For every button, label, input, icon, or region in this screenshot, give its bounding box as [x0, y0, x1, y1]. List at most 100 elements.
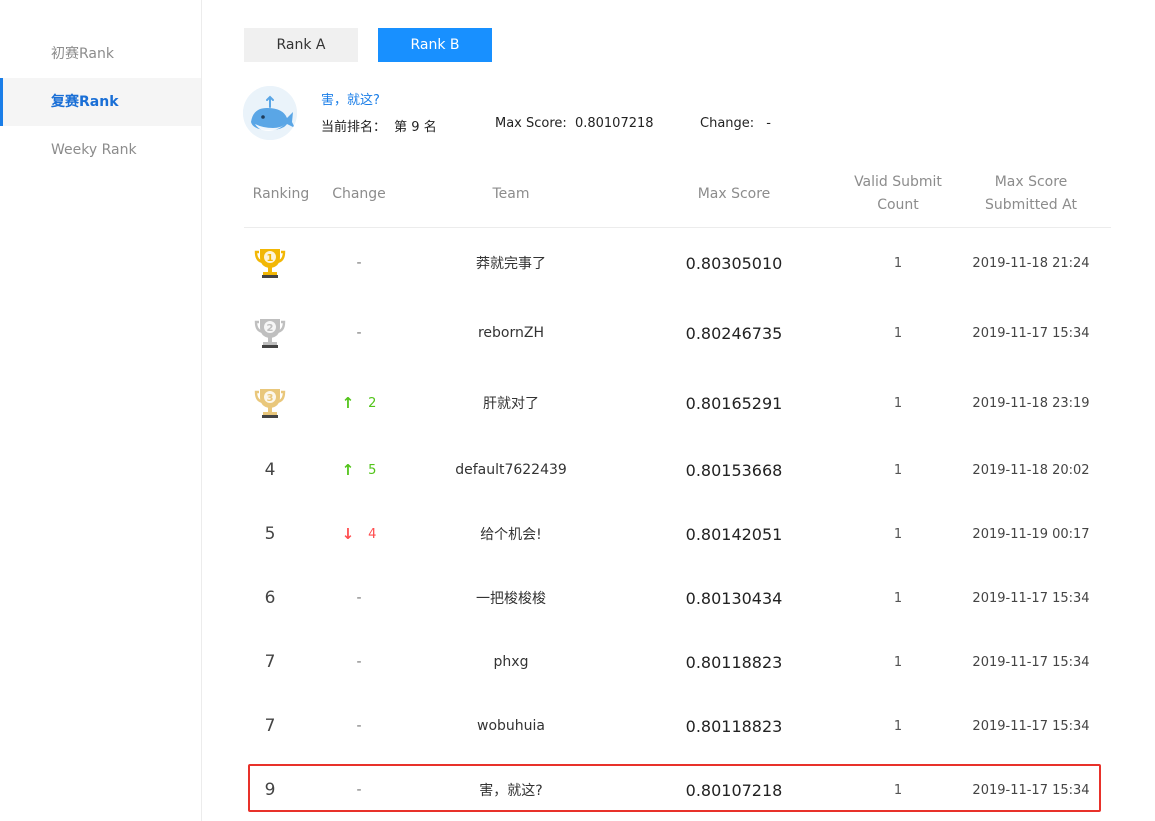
- rank-number: 9: [264, 780, 276, 800]
- cell-change: ↑ 5: [319, 438, 399, 502]
- cell-ranking: 2: [244, 301, 296, 365]
- cell-max-score: 0.80246735: [685, 323, 783, 343]
- cell-change: -: [356, 654, 362, 670]
- cell-team: 一把梭梭梭: [476, 591, 546, 607]
- cell-valid-submit-count: 1: [893, 462, 903, 478]
- cell-max-score: 0.80142051: [685, 524, 783, 544]
- header-max-score[interactable]: Max Score: [664, 160, 804, 228]
- user-change: Change: -: [700, 116, 771, 131]
- cell-submitted-at: 2019-11-17 15:34: [972, 325, 1090, 341]
- arrow-down-icon: ↓: [341, 525, 355, 543]
- table-row: 7 - wobuhuia 0.80118823 1 2019-11-17 15:34: [244, 694, 1111, 758]
- cell-max-score: 0.80118823: [685, 652, 783, 672]
- table-row: 2 - rebornZH 0.80246735 1 2019-11-17 15:34: [244, 301, 1111, 365]
- avatar: [243, 86, 297, 140]
- sidebar-item-semifinal-rank[interactable]: 复赛Rank: [0, 78, 201, 126]
- cell-submitted-at: 2019-11-17 15:34: [972, 590, 1090, 606]
- cell-max-score: 0.80118823: [685, 716, 783, 736]
- cell-team: phxg: [493, 654, 529, 670]
- cell-team: 莽就完事了: [476, 256, 546, 272]
- cell-ranking: 4: [244, 438, 296, 502]
- cell-change: -: [356, 255, 362, 271]
- table-row: 9 - 害，就这? 0.80107218 1 2019-11-17 15:34: [244, 758, 1111, 821]
- trophy-icon-silver: 2: [254, 319, 286, 348]
- svg-text:1: 1: [267, 253, 274, 264]
- cell-change: ↓ 4: [319, 502, 399, 566]
- table-row: 3 ↑ 2 肝就对了 0.80165291 1 2019-11-18 23:19: [244, 371, 1111, 435]
- cell-ranking: 3: [244, 371, 296, 435]
- svg-text:2: 2: [267, 323, 274, 334]
- rank-number: 4: [264, 460, 276, 480]
- cell-valid-submit-count: 1: [893, 395, 903, 411]
- rank-number: 6: [264, 588, 276, 608]
- change-value: 5: [368, 462, 377, 478]
- user-change-label: Change:: [700, 116, 755, 131]
- cell-team: rebornZH: [477, 325, 544, 341]
- header-ranking[interactable]: Ranking: [244, 160, 318, 228]
- cell-change: -: [356, 718, 362, 734]
- cell-max-score: 0.80107218: [685, 780, 783, 800]
- cell-submitted-at: 2019-11-18 20:02: [972, 462, 1090, 478]
- svg-text:3: 3: [267, 393, 274, 404]
- cell-submitted-at: 2019-11-17 15:34: [972, 782, 1090, 798]
- cell-change: ↑ 2: [319, 371, 399, 435]
- cell-submitted-at: 2019-11-17 15:34: [972, 654, 1090, 670]
- user-team-name: 害，就这?: [321, 93, 380, 108]
- header-change[interactable]: Change: [319, 160, 399, 228]
- tab-rank-b[interactable]: Rank B: [378, 28, 492, 62]
- change-indicator: ↓ 4: [342, 525, 377, 543]
- header-valid-submit-count[interactable]: Valid Submit Count: [848, 160, 948, 228]
- cell-change: -: [356, 590, 362, 606]
- cell-valid-submit-count: 1: [893, 325, 903, 341]
- cell-ranking: 9: [244, 758, 296, 821]
- arrow-up-icon: ↑: [341, 461, 355, 479]
- table-row: 7 - phxg 0.80118823 1 2019-11-17 15:34: [244, 630, 1111, 694]
- cell-submitted-at: 2019-11-17 15:34: [972, 718, 1090, 734]
- user-max-score-label: Max Score:: [495, 116, 567, 131]
- cell-valid-submit-count: 1: [893, 718, 903, 734]
- header-team[interactable]: Team: [436, 160, 586, 228]
- cell-valid-submit-count: 1: [893, 654, 903, 670]
- user-max-score: Max Score: 0.80107218: [495, 116, 654, 131]
- sidebar-item-preliminary-rank[interactable]: 初赛Rank: [0, 30, 201, 78]
- user-max-score-value: 0.80107218: [574, 116, 654, 131]
- cell-ranking: 7: [244, 694, 296, 758]
- cell-valid-submit-count: 1: [893, 255, 903, 271]
- cell-change: -: [356, 782, 362, 798]
- current-rank-label: 当前排名：: [321, 120, 387, 135]
- cell-ranking: 5: [244, 502, 296, 566]
- cell-valid-submit-count: 1: [893, 782, 903, 798]
- whale-icon: [243, 86, 297, 140]
- cell-ranking: 7: [244, 630, 296, 694]
- cell-max-score: 0.80305010: [685, 253, 783, 273]
- cell-submitted-at: 2019-11-18 23:19: [972, 395, 1090, 411]
- cell-team: 肝就对了: [483, 396, 539, 412]
- change-indicator: ↑ 5: [342, 461, 377, 479]
- cell-valid-submit-count: 1: [893, 590, 903, 606]
- cell-max-score: 0.80130434: [685, 588, 783, 608]
- table-header: Ranking Change Team Max Score Valid Subm…: [244, 160, 1111, 228]
- arrow-up-icon: ↑: [341, 394, 355, 412]
- cell-ranking: 6: [244, 566, 296, 630]
- trophy-icon-gold: 1: [254, 249, 286, 278]
- cell-valid-submit-count: 1: [893, 526, 903, 542]
- cell-change: -: [356, 325, 362, 341]
- current-rank: 当前排名： 第 9 名: [321, 116, 437, 135]
- cell-team: 给个机会!: [480, 527, 542, 543]
- table-row: 5 ↓ 4 给个机会! 0.80142051 1 2019-11-19 00:17: [244, 502, 1111, 566]
- change-indicator: ↑ 2: [342, 394, 377, 412]
- table-row: 6 - 一把梭梭梭 0.80130434 1 2019-11-17 15:34: [244, 566, 1111, 630]
- header-submitted-at[interactable]: Max Score Submitted At: [960, 160, 1102, 228]
- sidebar: 初赛Rank 复赛Rank Weeky Rank: [0, 0, 202, 821]
- table-row: 4 ↑ 5 default7622439 0.80153668 1 2019-11-18 2…: [244, 438, 1111, 502]
- rank-number: 7: [264, 716, 276, 736]
- table-row: 1 - 莽就完事了 0.80305010 1 2019-11-18 21:24: [244, 231, 1111, 295]
- cell-ranking: 1: [244, 231, 296, 295]
- change-value: 4: [368, 526, 377, 542]
- tab-rank-a[interactable]: Rank A: [244, 28, 358, 62]
- cell-max-score: 0.80165291: [685, 393, 783, 413]
- rank-number: 5: [264, 524, 276, 544]
- change-value: 2: [368, 395, 377, 411]
- rank-number: 7: [264, 652, 276, 672]
- sidebar-item-weekly-rank[interactable]: Weeky Rank: [0, 126, 201, 174]
